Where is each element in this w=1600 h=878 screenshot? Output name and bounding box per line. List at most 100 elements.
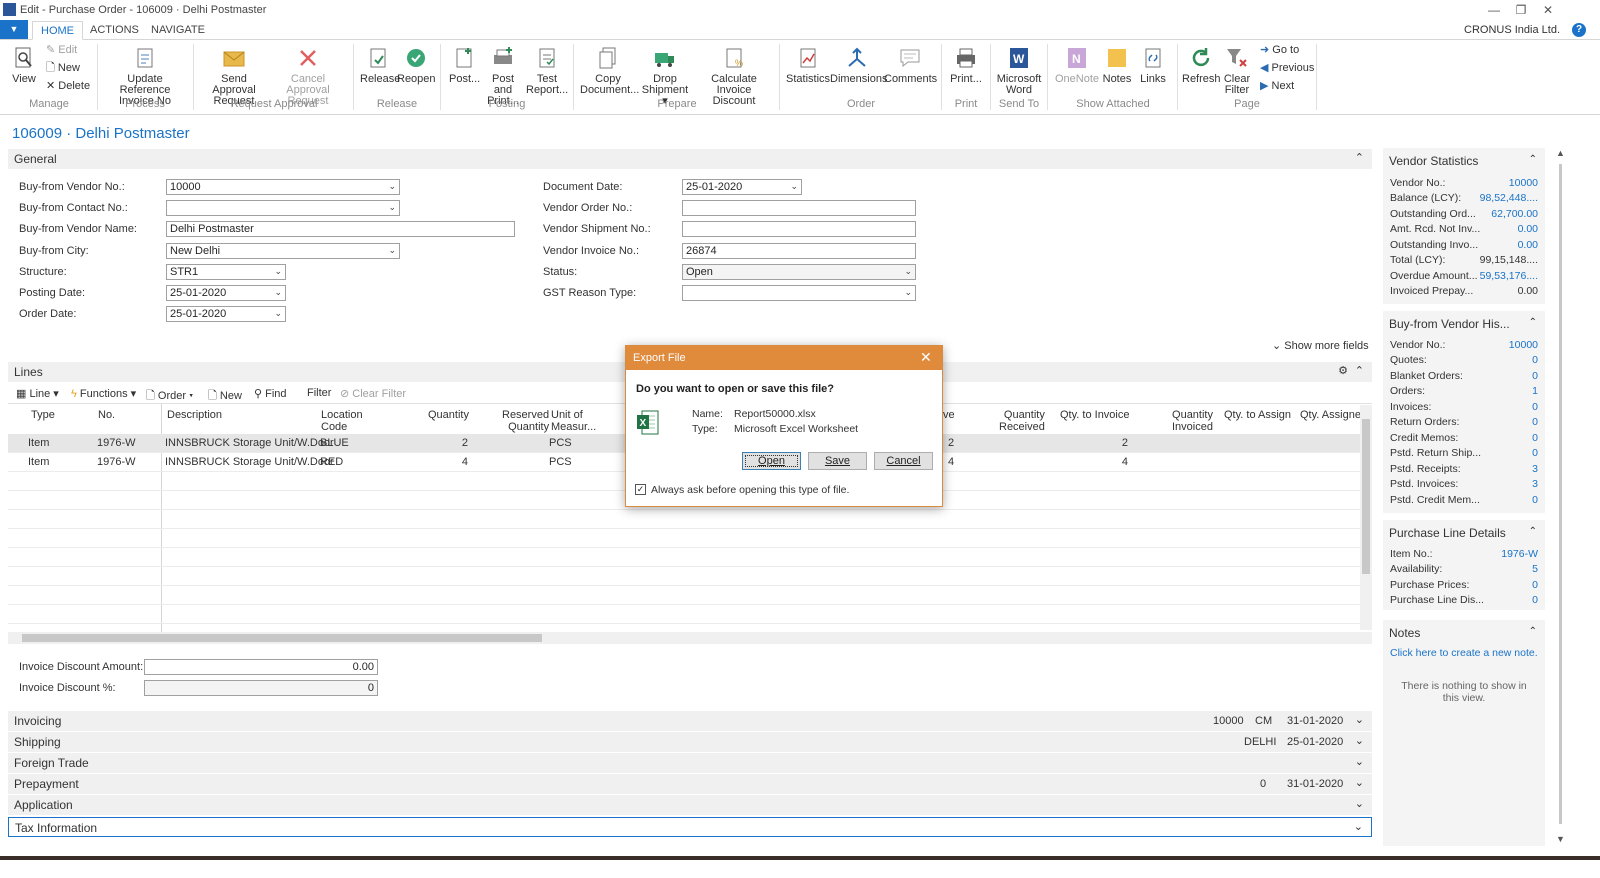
buy-from-vendor-name-field[interactable]: Delhi Postmaster bbox=[166, 221, 515, 237]
clear-filter-button[interactable]: Clear Filter bbox=[1222, 46, 1252, 96]
save-button[interactable]: Save bbox=[808, 452, 867, 470]
buy-from-city-field[interactable]: New Delhi ⌄ bbox=[166, 243, 400, 259]
expand-icon[interactable]: ⌄ bbox=[1355, 776, 1364, 789]
collapse-icon[interactable]: ⌃ bbox=[1355, 151, 1364, 164]
previous-button[interactable]: ◀ Previous bbox=[1260, 61, 1314, 75]
factbox-row-value[interactable]: 0 bbox=[1532, 370, 1538, 382]
scroll-up-icon[interactable]: ▲ bbox=[1556, 148, 1565, 158]
factbox-pane-scrollbar[interactable]: ▲ ▼ bbox=[1553, 148, 1568, 848]
find-button[interactable]: ⚲ Find bbox=[254, 387, 287, 400]
fasttab-invoicing[interactable]: Invoicing 10000 CM 31-01-2020 ⌄ bbox=[8, 711, 1372, 731]
help-icon[interactable]: ? bbox=[1572, 23, 1586, 37]
minimize-icon[interactable]: — bbox=[1486, 2, 1502, 18]
functions-menu-button[interactable]: ϟ Functions ▾ bbox=[71, 387, 136, 400]
links-button[interactable]: Links bbox=[1138, 46, 1168, 85]
cell-quantity[interactable]: 4 bbox=[458, 456, 468, 468]
scrollbar-thumb[interactable] bbox=[1559, 164, 1562, 824]
collapse-icon[interactable]: ⌃ bbox=[1529, 626, 1537, 637]
open-button[interactable]: Open bbox=[742, 452, 801, 470]
invoice-discount-amount-field[interactable]: 0.00 bbox=[144, 659, 378, 675]
factbox-row-value[interactable]: 0 bbox=[1532, 494, 1538, 506]
cell-no[interactable]: 1976-W bbox=[97, 437, 136, 449]
collapse-icon[interactable]: ⌃ bbox=[1355, 364, 1364, 377]
cancel-button[interactable]: Cancel bbox=[874, 452, 933, 470]
dropdown-chevron-icon[interactable]: ⌄ bbox=[274, 265, 282, 277]
cell-unit-of-measure[interactable]: PCS bbox=[549, 437, 572, 449]
view-button[interactable]: View bbox=[10, 46, 38, 85]
cell-description[interactable]: INNSBRUCK Storage Unit/W.Door bbox=[165, 437, 334, 449]
column-header-location-code[interactable]: Location Code bbox=[321, 409, 363, 433]
column-header-type[interactable]: Type bbox=[31, 409, 55, 421]
filter-button[interactable]: Filter bbox=[307, 387, 331, 399]
fasttab-general[interactable]: General ⌃ bbox=[8, 149, 1372, 169]
factbox-row-value[interactable]: 0 bbox=[1532, 401, 1538, 413]
factbox-row-value[interactable]: 1 bbox=[1532, 385, 1538, 397]
dialog-close-icon[interactable]: ✕ bbox=[920, 349, 932, 366]
cell-description[interactable]: INNSBRUCK Storage Unit/W.Door bbox=[165, 456, 334, 468]
refresh-button[interactable]: Refresh bbox=[1182, 46, 1221, 85]
always-ask-checkbox[interactable]: ✓ bbox=[635, 484, 646, 495]
column-header-quantity[interactable]: Quantity bbox=[428, 409, 469, 421]
scroll-down-icon[interactable]: ▼ bbox=[1556, 834, 1565, 844]
edit-button[interactable]: ✎ Edit bbox=[46, 43, 77, 57]
tab-navigate[interactable]: NAVIGATE bbox=[143, 21, 213, 40]
scrollbar-thumb[interactable] bbox=[1362, 419, 1370, 574]
structure-field[interactable]: STR1 ⌄ bbox=[166, 264, 286, 280]
invoice-discount-percent-field[interactable]: 0 bbox=[144, 680, 378, 696]
factbox-row-value[interactable]: 98,52,448.... bbox=[1480, 192, 1538, 204]
column-header-qty-assigned[interactable]: Qty. Assigned bbox=[1300, 409, 1367, 421]
scrollbar-thumb[interactable] bbox=[22, 634, 542, 642]
column-header-reserved-quantity[interactable]: Reserved Quantity bbox=[502, 409, 549, 433]
expand-icon[interactable]: ⌄ bbox=[1355, 713, 1364, 726]
dropdown-chevron-icon[interactable]: ⌄ bbox=[274, 307, 282, 319]
dropdown-chevron-icon[interactable]: ⌄ bbox=[790, 180, 798, 192]
close-window-icon[interactable]: ✕ bbox=[1540, 2, 1556, 18]
column-header-qty-to-invoice[interactable]: Qty. to Invoice bbox=[1060, 409, 1130, 421]
cell-type[interactable]: Item bbox=[28, 437, 49, 449]
dropdown-chevron-icon[interactable]: ⌄ bbox=[388, 201, 396, 213]
dropdown-chevron-icon[interactable]: ⌄ bbox=[388, 180, 396, 192]
lines-vertical-scrollbar[interactable] bbox=[1360, 405, 1372, 630]
clear-filter-lines-button[interactable]: ⊘ Clear Filter bbox=[340, 387, 406, 400]
expand-icon[interactable]: ⌄ bbox=[1355, 734, 1364, 747]
factbox-row-value[interactable]: 5 bbox=[1532, 563, 1538, 575]
factbox-row-value[interactable]: 3 bbox=[1532, 463, 1538, 475]
factbox-row-value[interactable]: 10000 bbox=[1509, 339, 1538, 351]
cell-qty-to-receive[interactable]: 4 bbox=[948, 456, 954, 468]
expand-icon[interactable]: ⌄ bbox=[1355, 755, 1364, 768]
dropdown-chevron-icon[interactable]: ⌄ bbox=[904, 265, 912, 277]
collapse-icon[interactable]: ⌃ bbox=[1529, 154, 1537, 165]
factbox-row-value[interactable]: 0 bbox=[1532, 432, 1538, 444]
dropdown-chevron-icon[interactable]: ⌄ bbox=[388, 244, 396, 256]
cell-location-code[interactable]: BLUE bbox=[320, 437, 349, 449]
factbox-row-value[interactable]: 0 bbox=[1532, 594, 1538, 606]
cell-unit-of-measure[interactable]: PCS bbox=[549, 456, 572, 468]
personalize-icon[interactable]: ⚙ bbox=[1338, 364, 1348, 377]
factbox-row-value[interactable]: 1976-W bbox=[1501, 548, 1538, 560]
cell-qty-to-invoice[interactable]: 4 bbox=[1118, 456, 1128, 468]
buy-from-contact-no-field[interactable]: ⌄ bbox=[166, 200, 400, 216]
cell-location-code[interactable]: RED bbox=[320, 456, 343, 468]
empty-row[interactable] bbox=[8, 510, 1360, 529]
factbox-row-value[interactable]: 0 bbox=[1532, 354, 1538, 366]
expand-icon[interactable]: ⌄ bbox=[1355, 797, 1364, 810]
cell-quantity[interactable]: 2 bbox=[458, 437, 468, 449]
column-header-no[interactable]: No. bbox=[98, 409, 115, 421]
comments-button[interactable]: Comments bbox=[884, 46, 937, 85]
goto-button[interactable]: ➜ Go to bbox=[1260, 43, 1299, 57]
statistics-button[interactable]: Statistics bbox=[786, 46, 830, 85]
tab-home[interactable]: HOME bbox=[32, 21, 83, 40]
cell-qty-to-invoice[interactable]: 2 bbox=[1118, 437, 1128, 449]
dropdown-chevron-icon[interactable]: ⌄ bbox=[904, 286, 912, 298]
column-header-qty-to-receive[interactable]: ve bbox=[943, 409, 955, 421]
cell-qty-to-receive[interactable]: 2 bbox=[948, 437, 954, 449]
cell-no[interactable]: 1976-W bbox=[97, 456, 136, 468]
expand-icon[interactable]: ⌄ bbox=[1354, 820, 1363, 833]
column-header-quantity-invoiced[interactable]: Quantity Invoiced bbox=[1172, 409, 1213, 433]
copy-document-button[interactable]: Copy Document... bbox=[580, 46, 639, 96]
fasttab-tax-information[interactable]: Tax Information ⌄ bbox=[8, 817, 1372, 837]
post-button[interactable]: Post... bbox=[449, 46, 480, 85]
empty-row[interactable] bbox=[8, 548, 1360, 567]
tab-actions[interactable]: ACTIONS bbox=[82, 21, 147, 40]
factbox-row-value[interactable]: 0 bbox=[1532, 416, 1538, 428]
